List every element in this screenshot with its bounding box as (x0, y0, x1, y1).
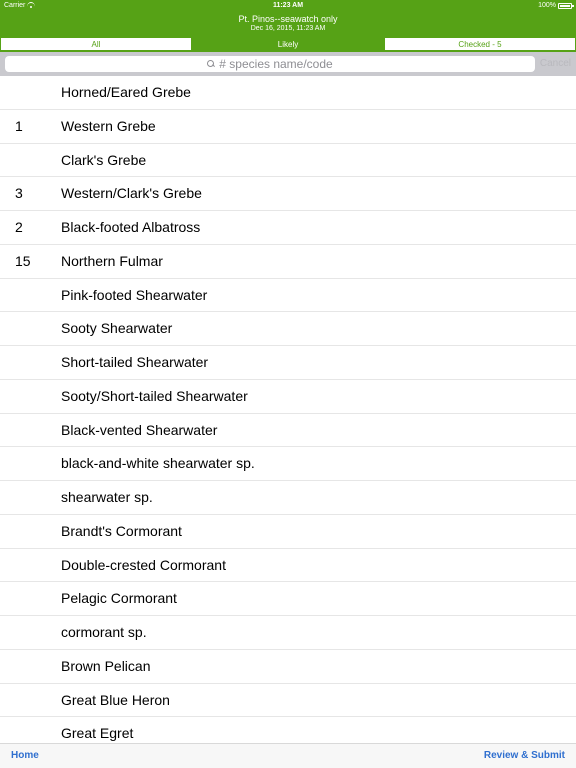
search-placeholder: # species name/code (219, 57, 333, 71)
review-submit-button[interactable]: Review & Submit (484, 750, 565, 761)
species-name: Black-vented Shearwater (61, 421, 218, 438)
app-header: Carrier 11:23 AM 100% Pt. Pinos--seawatc… (0, 0, 576, 37)
species-name: Short-tailed Shearwater (61, 354, 209, 370)
species-row[interactable]: Horned/Eared Grebe (0, 76, 576, 110)
species-row[interactable]: Short-tailed Shearwater (0, 346, 576, 380)
species-row[interactable]: Pink-footed Shearwater (0, 279, 576, 313)
search-input[interactable]: # species name/code (5, 56, 535, 72)
species-row[interactable]: Sooty/Short-tailed Shearwater (0, 380, 576, 414)
species-name: Sooty/Short-tailed Shearwater (61, 387, 248, 404)
status-bar: Carrier 11:23 AM 100% (0, 0, 576, 12)
species-list: Horned/Eared Grebe 1 Western Grebe Clark's … (0, 76, 576, 743)
tab-all[interactable]: All (0, 37, 192, 51)
species-name: Great Blue Heron (61, 691, 170, 708)
species-row[interactable]: black-and-white shearwater sp. (0, 447, 576, 481)
species-name: Pink-footed Shearwater (61, 286, 208, 303)
species-name: black-and-white shearwater sp. (61, 455, 255, 472)
search-icon (207, 60, 215, 68)
species-name: Sooty Shearwater (61, 320, 173, 337)
battery-indicator: 100% (538, 2, 574, 9)
species-name: Western Grebe (61, 117, 156, 134)
species-row[interactable]: Great Blue Heron (0, 684, 576, 718)
checklist-date: Dec 16, 2015, 11:23 AM (250, 25, 326, 32)
filter-tabs: All Likely Checked - 5 (0, 37, 576, 52)
species-row[interactable]: Black-vented Shearwater (0, 414, 576, 448)
battery-percent: 100% (538, 2, 556, 9)
species-name: Western/Clark's Grebe (61, 185, 202, 202)
species-name: Double-crested Cormorant (61, 556, 226, 573)
species-count[interactable]: 3 (15, 177, 23, 210)
tab-checked[interactable]: Checked - 5 (384, 37, 576, 51)
location-title: Pt. Pinos--seawatch only (238, 14, 338, 24)
species-row[interactable]: cormorant sp. (0, 616, 576, 650)
species-name: Clark's Grebe (61, 151, 147, 168)
species-name: Northern Fulmar (61, 252, 163, 269)
species-row[interactable]: Pelagic Cormorant (0, 582, 576, 616)
species-row[interactable]: Double-crested Cormorant (0, 549, 576, 583)
home-button[interactable]: Home (11, 750, 39, 761)
species-row[interactable]: 1 Western Grebe (0, 110, 576, 144)
species-name: Pelagic Cormorant (61, 590, 177, 607)
species-row[interactable]: 15 Northern Fulmar (0, 245, 576, 279)
status-time: 11:23 AM (272, 2, 304, 9)
species-count[interactable]: 15 (15, 245, 31, 278)
species-count[interactable]: 1 (15, 110, 23, 143)
species-name: Horned/Eared Grebe (61, 84, 191, 100)
bottom-toolbar: Home Review & Submit (0, 743, 576, 768)
species-name: cormorant sp. (61, 624, 147, 640)
species-row[interactable]: Sooty Shearwater (0, 312, 576, 346)
species-name: Brandt's Cormorant (61, 522, 182, 539)
species-row[interactable]: Brandt's Cormorant (0, 515, 576, 549)
battery-icon (558, 2, 574, 9)
species-row[interactable]: Great Egret (0, 717, 576, 743)
tab-likely[interactable]: Likely (192, 37, 384, 51)
species-name: Black-footed Albatross (61, 219, 201, 235)
species-row[interactable]: shearwater sp. (0, 481, 576, 515)
search-bar: # species name/code Cancel (0, 52, 576, 76)
species-count[interactable]: 2 (15, 211, 23, 244)
cancel-button[interactable]: Cancel (540, 58, 571, 69)
species-name: shearwater sp. (61, 489, 153, 505)
species-row[interactable]: 3 Western/Clark's Grebe (0, 177, 576, 211)
species-row[interactable]: Brown Pelican (0, 650, 576, 684)
species-row[interactable]: Clark's Grebe (0, 144, 576, 178)
species-name: Great Egret (61, 725, 134, 742)
species-name: Brown Pelican (61, 657, 151, 674)
species-row[interactable]: 2 Black-footed Albatross (0, 211, 576, 245)
